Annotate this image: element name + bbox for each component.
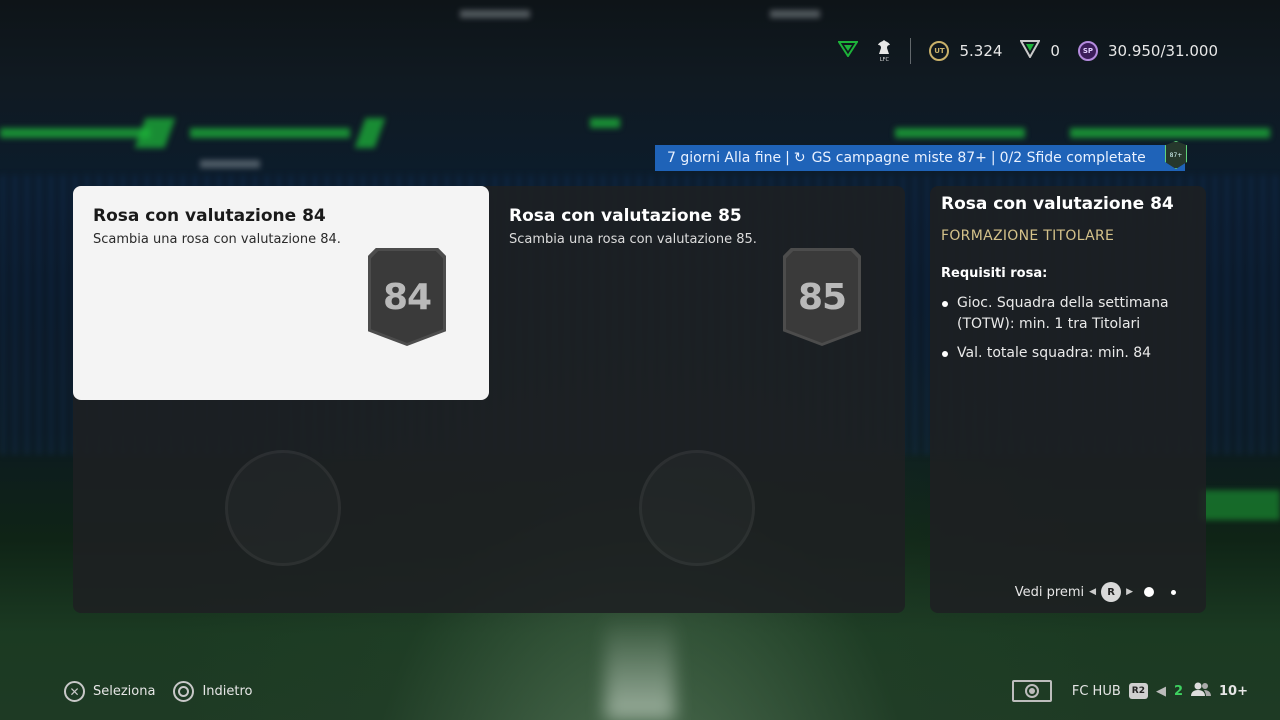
footer-status: FC HUB R2 ◀ 2 10+ [1011, 680, 1248, 702]
requirements-list: Gioc. Squadra della settimana (TOTW): mi… [941, 293, 1195, 364]
challenge-list-panel: Rosa con valutazione 84 Scambia una rosa… [73, 186, 905, 613]
page-dot-active[interactable] [1144, 587, 1154, 597]
challenge-card-85[interactable]: Rosa con valutazione 85 Scambia una rosa… [489, 186, 905, 400]
topbar-divider [910, 38, 912, 64]
card-title: Rosa con valutazione 84 [93, 206, 326, 226]
fc-points-icon [1019, 40, 1042, 62]
fc-hub-label[interactable]: FC HUB [1072, 684, 1121, 699]
chevron-left-icon: ◀ [1089, 587, 1097, 597]
sp-value: 30.950/31.000 [1107, 42, 1218, 60]
notification-icon: ◀ [1155, 683, 1166, 699]
card-title: Rosa con valutazione 85 [509, 206, 742, 226]
requirements-label: Requisiti rosa: [941, 266, 1048, 281]
requirement-item: Val. totale squadra: min. 84 [941, 343, 1195, 364]
rating-badge: 85 [783, 248, 861, 346]
cross-button-icon: ✕ [64, 681, 85, 702]
ghost-emblem-left [225, 450, 341, 566]
points-value: 0 [1050, 42, 1060, 60]
campaign-banner[interactable]: 7 giorni Alla fine | ↻ GS campagne miste… [655, 141, 1187, 171]
banner-days: 7 giorni Alla fine [667, 150, 782, 166]
banner-campaign: GS campagne miste 87+ [811, 150, 987, 166]
detail-title: Rosa con valutazione 84 [941, 194, 1174, 214]
select-hint[interactable]: Seleziona [93, 684, 155, 699]
coins-value: 5.324 [959, 42, 1003, 60]
challenge-detail-panel: Rosa con valutazione 84 FORMAZIONE TITOL… [930, 186, 1206, 613]
rivals-icon [837, 41, 860, 61]
circle-button-icon [173, 681, 195, 702]
banner-progress: 0/2 Sfide completate [999, 150, 1146, 166]
rating-value: 84 [382, 276, 432, 318]
currency-bar: LFC UT 5.324 0 SP 30.950/31.000 [837, 36, 1218, 66]
campaign-badge-icon: 87+ [1165, 141, 1187, 169]
card-subtitle: Scambia una rosa con valutazione 85. [509, 232, 757, 247]
page-dot[interactable] [1171, 589, 1176, 595]
r2-button-icon: R2 [1128, 683, 1148, 699]
detail-subtitle: FORMAZIONE TITOLARE [941, 228, 1115, 244]
ghost-emblem-right [639, 450, 755, 566]
sp-icon: SP [1077, 41, 1098, 61]
rewards-row[interactable]: Vedi premi ◀ R ▶ [1015, 582, 1176, 602]
requirement-item: Gioc. Squadra della settimana (TOTW): mi… [941, 293, 1195, 335]
fc-coin-icon: UT [929, 41, 950, 61]
back-hint[interactable]: Indietro [202, 684, 252, 699]
notification-count: 2 [1173, 683, 1184, 699]
friends-count: 10+ [1219, 683, 1248, 699]
refresh-icon: ↻ [793, 150, 806, 166]
club-crest-icon: LFC [876, 39, 892, 63]
rewards-label: Vedi premi [1014, 584, 1085, 600]
chevron-right-icon: ▶ [1126, 587, 1133, 597]
fc-hub-icon[interactable] [1011, 680, 1052, 702]
card-subtitle: Scambia una rosa con valutazione 84. [93, 232, 341, 247]
rating-badge: 84 [368, 248, 446, 346]
button-hints: ✕ Seleziona Indietro [64, 681, 253, 702]
friends-icon[interactable] [1191, 682, 1212, 700]
rating-value: 85 [797, 276, 847, 318]
challenge-card-84[interactable]: Rosa con valutazione 84 Scambia una rosa… [73, 186, 489, 400]
r-stick-icon: R [1101, 582, 1122, 602]
